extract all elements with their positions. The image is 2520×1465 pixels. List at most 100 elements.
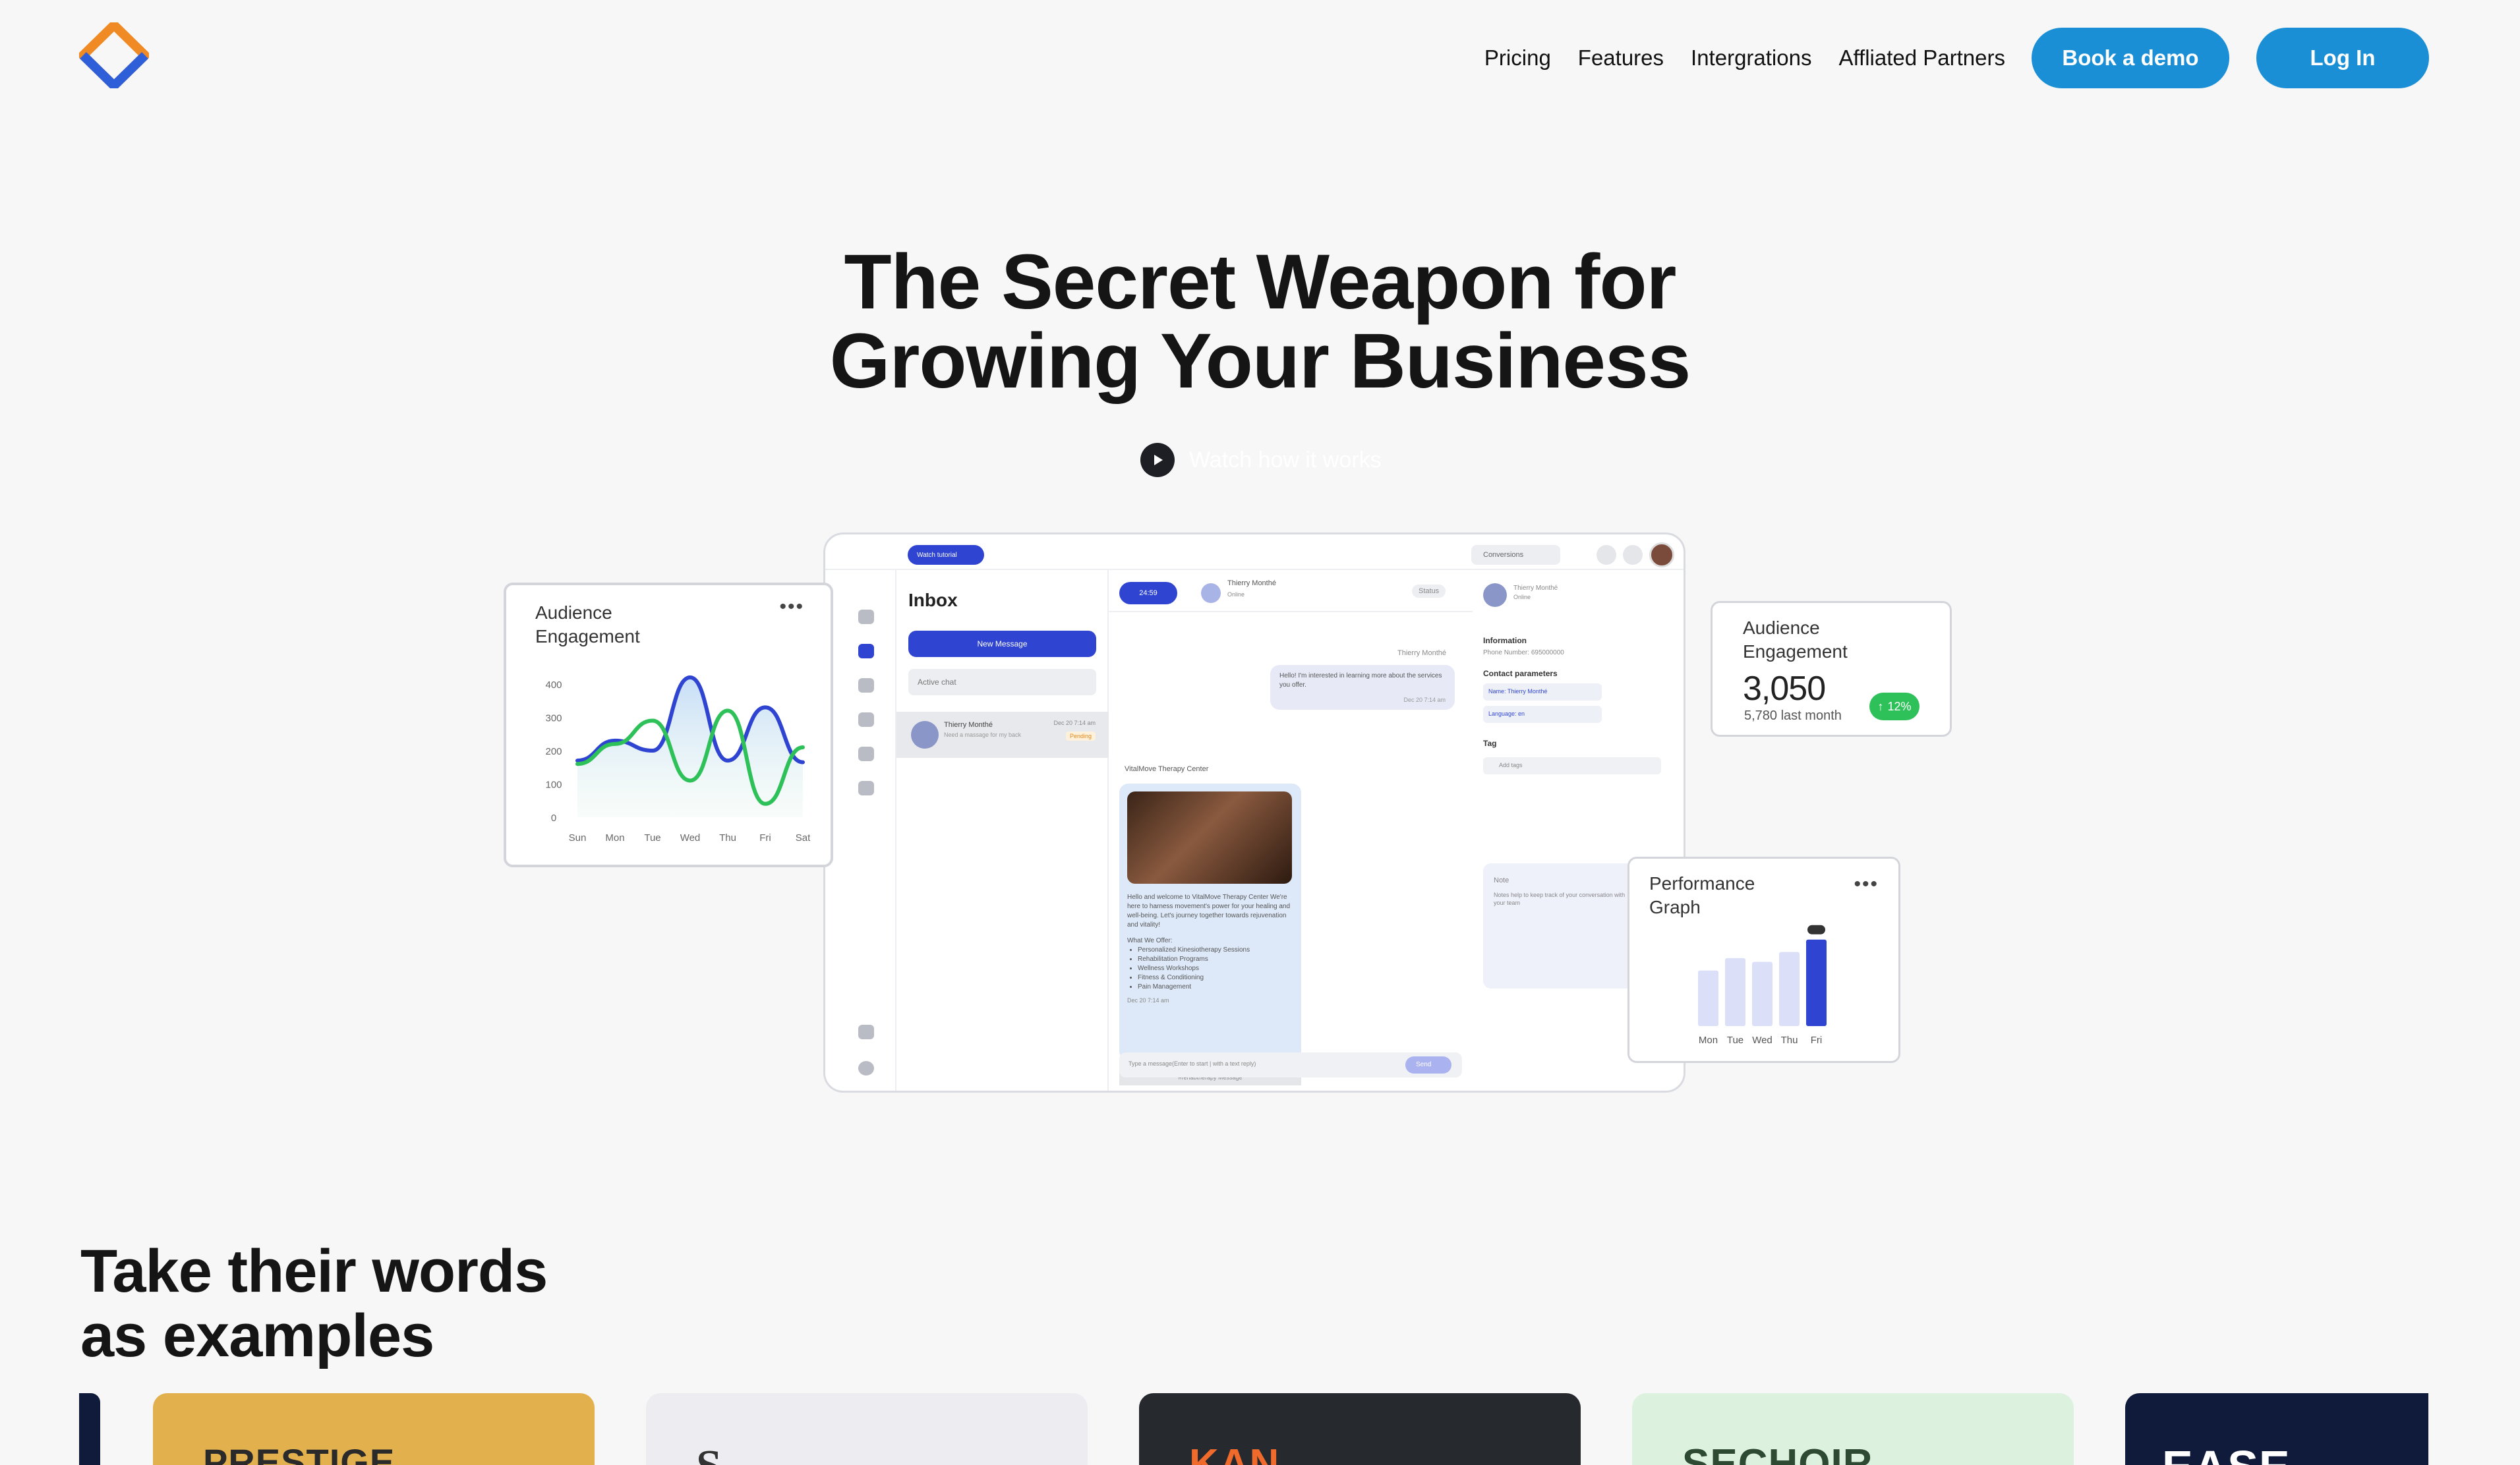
log-in-button[interactable]: Log In	[2256, 28, 2429, 88]
testimonial-card-kan[interactable]: KAN	[1139, 1393, 1581, 1465]
testimonial-card-s[interactable]: S	[646, 1393, 1088, 1465]
nav-link-integrations[interactable]: Intergrations	[1691, 45, 1811, 71]
chat-icon[interactable]	[858, 678, 874, 693]
offer-item: Fitness & Conditioning	[1138, 973, 1293, 983]
y-tick-label: 300	[545, 713, 562, 724]
bar	[1779, 952, 1800, 1026]
watch-video-label[interactable]: Watch how it works	[1189, 447, 1382, 473]
inbox-title: Inbox	[908, 590, 958, 610]
contacts-icon[interactable]	[858, 747, 874, 761]
nav-link-partners[interactable]: Affliated Partners	[1838, 45, 2005, 71]
play-icon[interactable]	[1140, 443, 1175, 477]
app-topbar: Watch tutorial Conversions	[825, 534, 1684, 570]
testimonial-card-sechoir[interactable]: SECHOIR	[1632, 1393, 2074, 1465]
sender-name: VitalMove Therapy Center	[1125, 765, 1209, 773]
card-title-line-1: Audience	[1743, 618, 1820, 638]
x-tick-label: Mon	[1699, 1035, 1718, 1046]
bell-icon[interactable]	[1597, 545, 1616, 565]
watch-tutorial-button[interactable]: Watch tutorial	[908, 545, 984, 565]
audience-engagement-chart-card: Audience Engagement ••• 400 300 200 100 0 Sun…	[504, 583, 833, 867]
x-tick-label: Fri	[1811, 1035, 1823, 1046]
stat-subtext: 5,780 last month	[1744, 708, 1842, 723]
offer-item: Wellness Workshops	[1138, 964, 1293, 973]
avatar[interactable]	[1649, 542, 1674, 567]
timer-pill[interactable]: 24:59	[1119, 582, 1177, 604]
offer-heading: What We Offer:	[1127, 937, 1173, 944]
avatar	[911, 721, 939, 749]
card-title: Audience Engagement	[1743, 616, 1848, 664]
audience-engagement-stat-card: Audience Engagement 3,050 5,780 last mon…	[1711, 601, 1952, 737]
offer-item: Personalized Kinesiotherapy Sessions	[1138, 946, 1293, 955]
x-tick-label: Mon	[605, 832, 624, 844]
nav-link-features[interactable]: Features	[1578, 45, 1664, 71]
inbox-icon[interactable]	[858, 644, 874, 658]
bar	[1725, 958, 1745, 1026]
status-badge: Pending	[1065, 732, 1096, 741]
apps-icon[interactable]	[858, 1025, 874, 1039]
hero-title-line-2: Growing Your Business	[829, 318, 1691, 405]
tag-input[interactable]: Add tags	[1483, 757, 1661, 774]
send-label: Send	[1416, 1061, 1432, 1068]
x-tick-label: Thu	[1781, 1035, 1798, 1046]
info-contact-status: Online	[1513, 594, 1531, 600]
param-language[interactable]: Language: en	[1483, 706, 1602, 723]
composer-placeholder: Type a message(Enter to start | with a t…	[1128, 1060, 1256, 1067]
send-button[interactable]: Send	[1405, 1056, 1451, 1074]
nav-link-pricing[interactable]: Pricing	[1484, 45, 1551, 71]
performance-graph-card: Performance Graph ••• Mon Tue Wed Thu Fri	[1627, 857, 1900, 1063]
x-tick-label: Wed	[1752, 1035, 1773, 1046]
bar	[1806, 939, 1827, 1026]
watch-video-link[interactable]: Watch how it works	[1140, 443, 1382, 477]
hero-title: The Secret Weapon for Growing Your Busin…	[0, 243, 2520, 401]
avatar	[1483, 583, 1507, 607]
list-item[interactable]: Thierry Monthé Need a massage for my bac…	[896, 712, 1109, 758]
grid-icon[interactable]	[1623, 545, 1643, 565]
new-message-button[interactable]: New Message	[908, 631, 1096, 657]
avatar	[1201, 583, 1221, 603]
outgoing-message: Hello and welcome to VitalMove Therapy C…	[1119, 784, 1301, 1060]
active-chat-select[interactable]: Active chat	[908, 669, 1096, 695]
client-logo-prestige: PRESTIGE	[203, 1441, 396, 1465]
status-dropdown[interactable]: Status	[1412, 585, 1446, 598]
incoming-message: Hello! I'm interested in learning more a…	[1270, 665, 1455, 710]
message-composer[interactable]: Type a message(Enter to start | with a t…	[1119, 1052, 1462, 1077]
series-area	[577, 677, 803, 817]
bar-tooltip	[1807, 925, 1825, 934]
y-tick-label: 200	[545, 746, 562, 757]
client-logo-kan: KAN	[1189, 1441, 1280, 1465]
x-tick-label: Thu	[719, 832, 736, 844]
note-heading: Note	[1494, 876, 1509, 884]
book-demo-button[interactable]: Book a demo	[2032, 28, 2229, 88]
incoming-time: Dec 20 7:14 am	[1403, 697, 1446, 703]
bar	[1752, 962, 1773, 1026]
testimonials-title-line-2: as examples	[80, 1302, 434, 1369]
x-tick-label: Sun	[569, 832, 587, 844]
hero-title-line-1: The Secret Weapon for	[844, 239, 1677, 326]
testimonial-card-prestige[interactable]: PRESTIGE	[153, 1393, 595, 1465]
dashboard-icon[interactable]	[858, 610, 874, 624]
top-nav: Pricing Features Intergrations Affliated…	[1484, 28, 2429, 88]
broadcast-icon[interactable]	[858, 712, 874, 727]
testimonial-card-ease[interactable]: EASE	[2125, 1393, 2428, 1465]
param-name[interactable]: Name: Thierry Monthé	[1483, 683, 1602, 701]
x-tick-label: Fri	[759, 832, 771, 844]
chat-preview: Need a massage for my back	[944, 732, 1022, 738]
conversation-panel: 24:59 Thierry Monthé Online Status Thier…	[1109, 570, 1473, 1091]
information-heading: Information	[1483, 636, 1527, 645]
client-logo-ease: EASE	[2162, 1441, 2291, 1465]
contact-name: Thierry Monthé	[1227, 579, 1276, 587]
x-tick-label: Tue	[1727, 1035, 1743, 1046]
conversions-pill[interactable]: Conversions	[1471, 545, 1560, 565]
phone-number: Phone Number: 695000000	[1483, 649, 1564, 656]
param-name-text: Name: Thierry Monthé	[1488, 688, 1548, 695]
contact-status: Online	[1227, 591, 1245, 598]
line-chart: 400 300 200 100 0 Sun Mon Tue Wed Thu Fri Sat	[545, 675, 811, 844]
param-language-text: Language: en	[1488, 710, 1525, 717]
arrow-up-icon: ↑	[1877, 699, 1884, 713]
help-icon[interactable]	[858, 1061, 874, 1076]
incoming-message-text: Hello! I'm interested in learning more a…	[1279, 672, 1442, 689]
automation-icon[interactable]	[858, 781, 874, 795]
brand-logo[interactable]	[79, 22, 149, 88]
app-screenshot: Watch tutorial Conversions Inbox New Mes…	[823, 532, 1685, 1093]
chat-date: Dec 20 7:14 am	[1053, 720, 1096, 726]
